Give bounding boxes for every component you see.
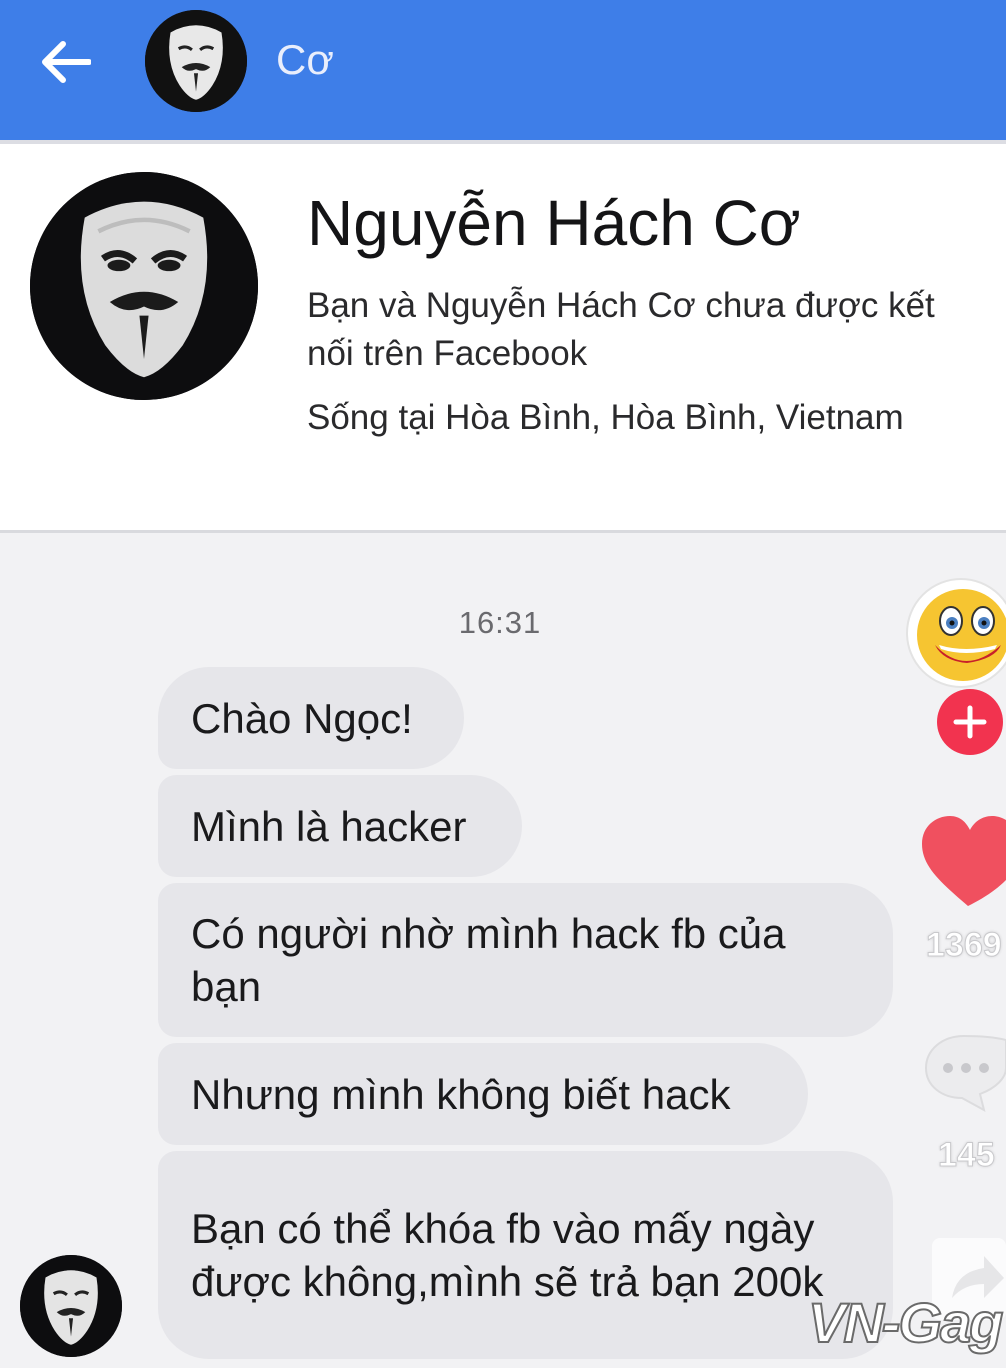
profile-card: Nguyễn Hách Cơ Bạn và Nguyễn Hách Cơ chư… — [0, 144, 1006, 530]
message-bubble[interactable]: Có người nhờ mình hack fb của bạn — [158, 883, 893, 1037]
conversation-title: Cơ — [276, 36, 334, 83]
message-bubble[interactable]: Bạn có thể khóa fb vào mấy ngày được khô… — [158, 1151, 893, 1359]
profile-avatar[interactable] — [30, 172, 258, 400]
back-button[interactable] — [30, 30, 100, 94]
follow-button[interactable] — [937, 689, 1003, 755]
message-bubble[interactable]: Mình là hacker — [158, 775, 522, 877]
like-button[interactable] — [920, 810, 1006, 920]
message-text: Chào Ngọc! — [191, 694, 413, 742]
location-text: Sống tại Hòa Bình, Hòa Bình, Vietnam — [307, 398, 904, 437]
creator-avatar[interactable] — [905, 577, 1006, 689]
conversation-avatar[interactable] — [145, 10, 247, 112]
laughing-emoji-icon — [906, 578, 1006, 688]
sender-avatar[interactable] — [20, 1255, 122, 1357]
chat-thread: 16:31 Chào Ngọc! Mình là hacker Có người… — [0, 533, 1006, 1368]
comment-bubble-icon — [924, 1034, 1006, 1112]
profile-name: Nguyễn Hách Cơ — [307, 187, 801, 259]
message-timestamp: 16:31 — [458, 605, 542, 640]
message-text: Nhưng mình không biết hack — [191, 1070, 731, 1118]
like-count: 1369 — [926, 926, 1003, 965]
message-text: Bạn có thể khóa fb vào mấy ngày được khô… — [191, 1205, 824, 1305]
comment-count: 145 — [938, 1136, 996, 1175]
guy-fawkes-mask-icon — [145, 10, 247, 112]
comment-button[interactable] — [922, 1030, 1006, 1114]
plus-icon — [953, 705, 987, 739]
connection-status-text: Bạn và Nguyễn Hách Cơ chưa được kết nối … — [307, 286, 935, 373]
watermark-logo: VN-Gag — [807, 1290, 1004, 1355]
message-text: Có người nhờ mình hack fb của bạn — [191, 910, 786, 1010]
message-bubble[interactable]: Nhưng mình không biết hack — [158, 1043, 808, 1145]
message-bubble[interactable]: Chào Ngọc! — [158, 667, 464, 769]
guy-fawkes-mask-icon — [30, 172, 258, 400]
back-arrow-icon — [42, 41, 91, 83]
message-text: Mình là hacker — [191, 802, 467, 850]
top-app-bar: Cơ — [0, 0, 1006, 140]
guy-fawkes-mask-icon — [20, 1255, 122, 1357]
heart-icon — [922, 816, 1006, 906]
